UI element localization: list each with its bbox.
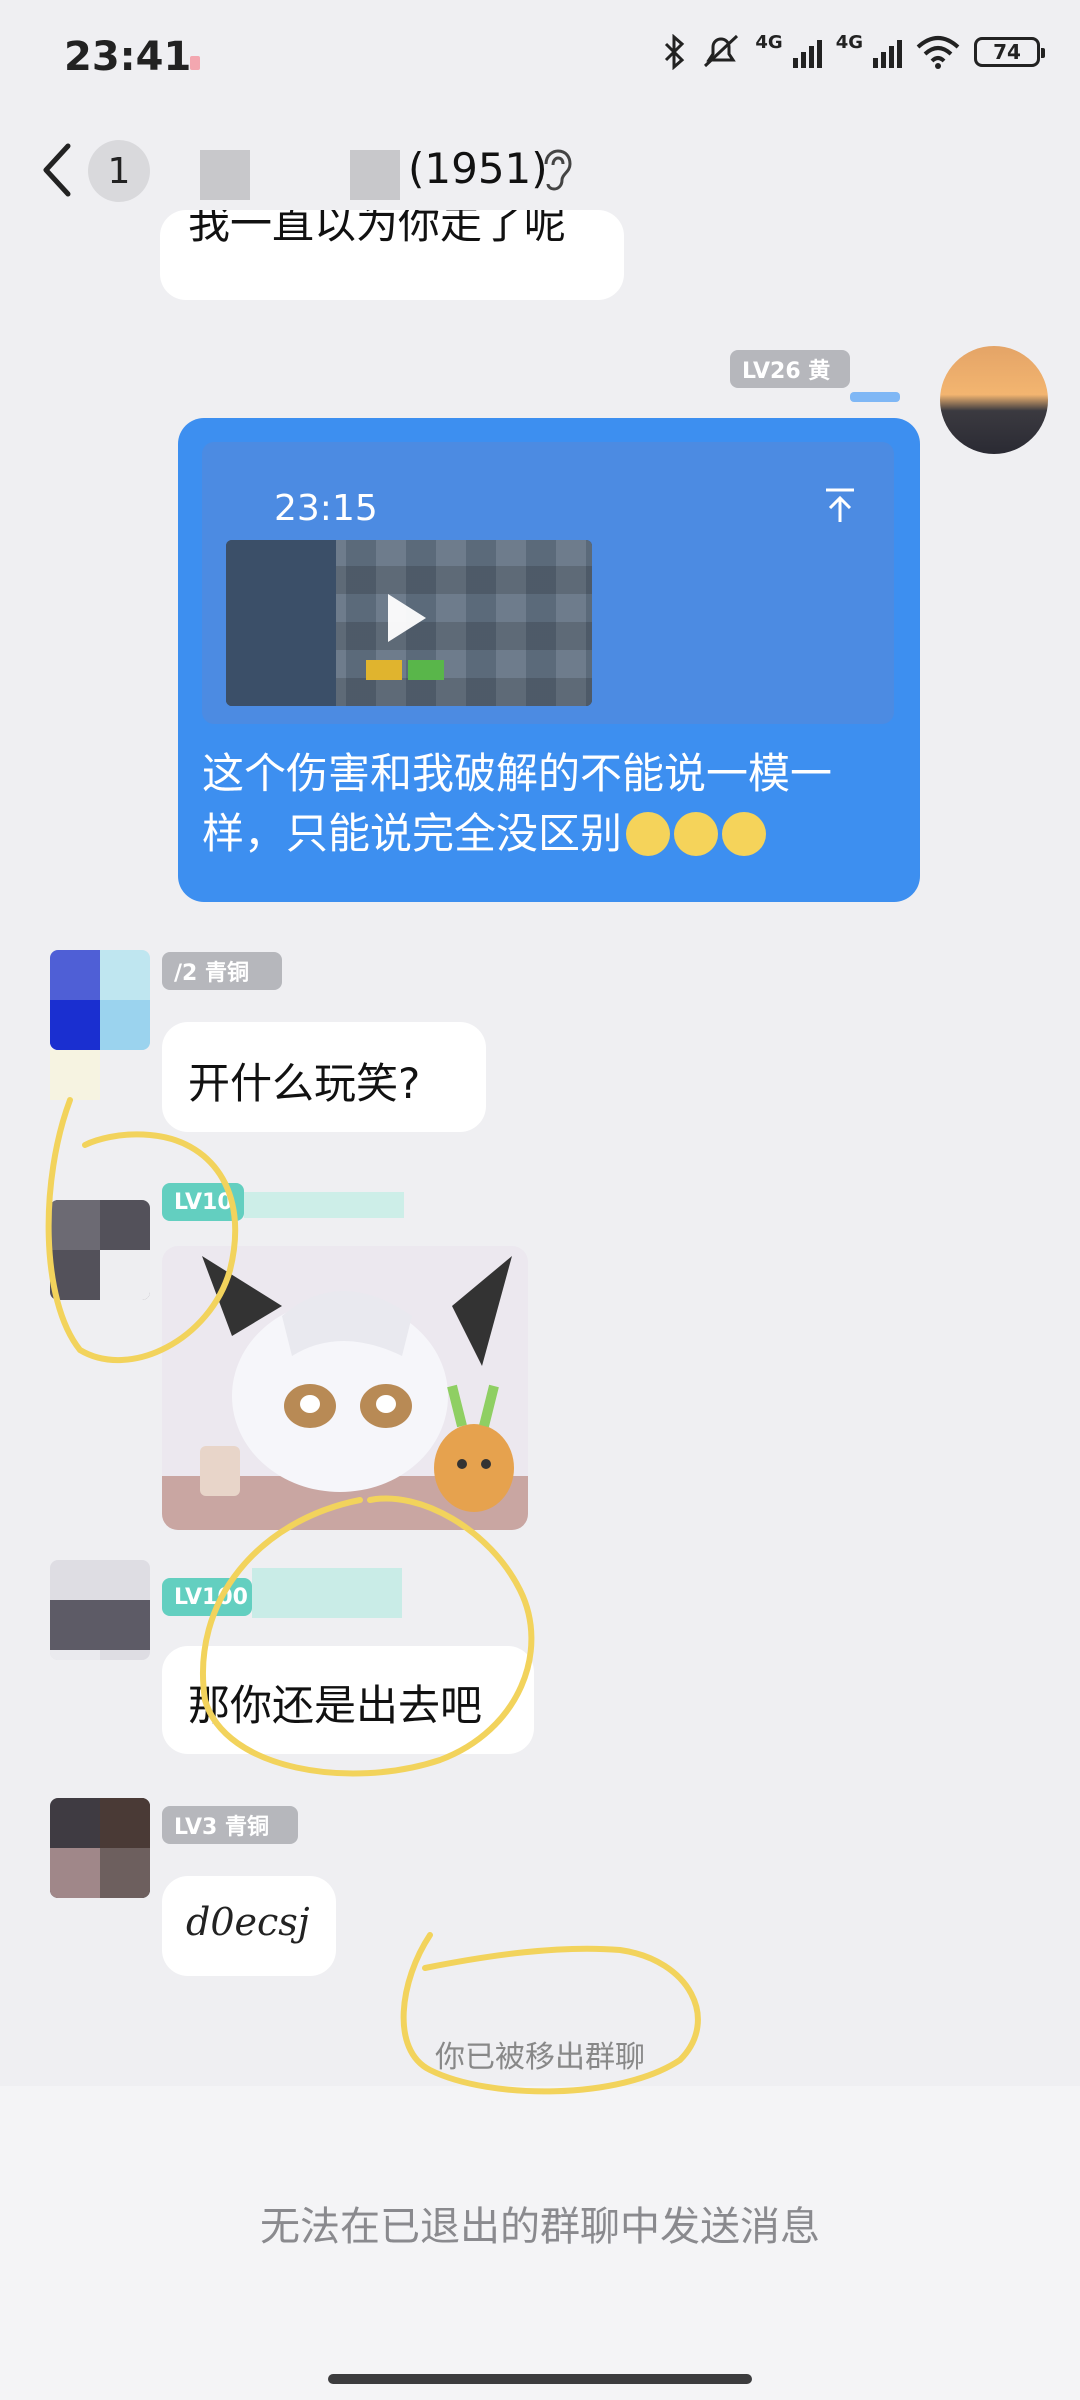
name-redacted xyxy=(244,1192,404,1218)
chat-header: 1 (1951) xyxy=(0,120,1080,220)
user-avatar[interactable] xyxy=(50,1798,150,1898)
name-redacted xyxy=(850,392,900,402)
battery-indicator: 74 xyxy=(974,37,1045,67)
avatar-fragment xyxy=(50,1050,100,1100)
video-thumbnail[interactable] xyxy=(226,540,592,706)
name-redacted xyxy=(252,1568,402,1618)
message-bubble[interactable]: 我一直以为你走了呢 xyxy=(160,210,624,300)
self-message-bubble[interactable]: 23:15 这个伤害和我破解的不能说一模一样，只能说完全没区别 xyxy=(178,418,920,902)
level-badge: LV3 青铜 xyxy=(162,1806,298,1844)
signal-icon xyxy=(792,36,822,68)
sticker-image[interactable] xyxy=(162,1246,528,1530)
status-time: 23:41 xyxy=(64,34,192,80)
pin-top-icon[interactable] xyxy=(822,486,858,526)
play-icon[interactable] xyxy=(388,594,426,642)
emoji-icon xyxy=(674,812,719,856)
message-text: d0ecsj xyxy=(186,1900,310,1944)
message-bubble[interactable]: 开什么玩笑? xyxy=(162,1022,486,1132)
status-icons: 4G 4G 74 xyxy=(663,31,1045,70)
video-card[interactable]: 23:15 xyxy=(202,442,894,724)
unread-count-badge[interactable]: 1 xyxy=(88,140,150,202)
message-text: 这个伤害和我破解的不能说一模一样，只能说完全没区别 xyxy=(202,749,833,858)
input-disabled-footer: 无法在已退出的群聊中发送消息 xyxy=(0,2086,1080,2400)
message-text: 那你还是出去吧 xyxy=(188,1681,483,1730)
level-badge: /2 青铜 xyxy=(162,952,282,990)
notification-dot-icon xyxy=(190,56,200,70)
group-name-redacted xyxy=(350,150,400,200)
level-badge: LV100 xyxy=(162,1578,252,1616)
message-text: 我一直以为你走了呢 xyxy=(188,210,567,248)
group-name-redacted xyxy=(200,150,250,200)
card-time: 23:15 xyxy=(274,488,378,529)
network-type-label: 4G xyxy=(835,31,863,53)
level-badge: LV26 黄 xyxy=(730,350,850,388)
message-bubble[interactable]: 那你还是出去吧 xyxy=(162,1646,534,1754)
user-avatar[interactable] xyxy=(50,950,150,1050)
user-avatar[interactable] xyxy=(50,1560,150,1660)
system-notice: 你已被移出群聊 xyxy=(435,2040,645,2075)
emoji-icon xyxy=(722,812,767,856)
mute-bell-icon xyxy=(704,34,739,68)
ear-icon[interactable] xyxy=(540,148,574,192)
back-arrow-icon[interactable] xyxy=(34,140,86,200)
level-badge: LV10 xyxy=(162,1183,244,1221)
status-bar: 23:41 4G 4G 74 xyxy=(0,0,1080,120)
self-avatar[interactable] xyxy=(940,346,1048,454)
disabled-input-notice: 无法在已退出的群聊中发送消息 xyxy=(260,2204,820,2250)
wifi-icon xyxy=(916,36,960,69)
message-text: 开什么玩笑? xyxy=(188,1059,421,1108)
bluetooth-icon xyxy=(665,34,685,70)
home-indicator[interactable] xyxy=(328,2374,752,2384)
user-avatar[interactable] xyxy=(50,1200,150,1300)
group-member-count[interactable]: (1951) xyxy=(408,144,548,193)
message-bubble[interactable]: d0ecsj xyxy=(162,1876,336,1976)
signal-icon xyxy=(873,36,902,68)
emoji-icon xyxy=(626,812,671,856)
network-type-label: 4G xyxy=(755,31,783,53)
